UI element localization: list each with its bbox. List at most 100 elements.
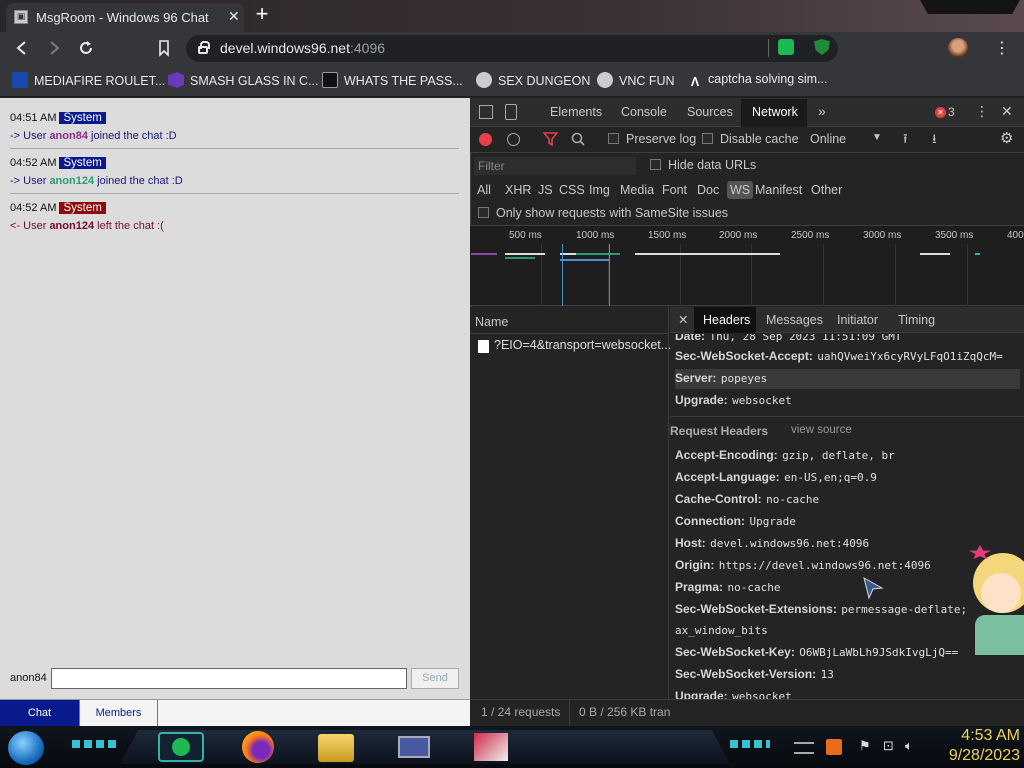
- hide-data-urls-checkbox[interactable]: [650, 159, 661, 170]
- network-settings-gear-icon[interactable]: ⚙: [1000, 129, 1013, 147]
- new-tab-button[interactable]: +: [251, 3, 273, 26]
- taskbar-decoration: [72, 740, 116, 748]
- request-headers-title[interactable]: Request Headers: [670, 424, 768, 438]
- browser-menu-icon[interactable]: ⋮: [994, 38, 1010, 58]
- type-filter-img[interactable]: Img: [589, 183, 610, 197]
- bookmark-item[interactable]: SMASH GLASS IN C...: [168, 72, 319, 88]
- error-count[interactable]: 3: [948, 105, 955, 119]
- header-row: Sec-WebSocket-Version: 13: [675, 665, 1020, 685]
- header-value: O6WBjLaWbLh9JSdkIvgLjQ==: [799, 646, 959, 659]
- error-icon: ✕: [935, 107, 946, 118]
- header-key: Sec-WebSocket-Key:: [675, 645, 795, 659]
- export-har-icon[interactable]: ⭳: [932, 130, 937, 152]
- type-filter-doc[interactable]: Doc: [697, 183, 719, 197]
- type-filter-other[interactable]: Other: [811, 183, 842, 197]
- disable-cache-checkbox[interactable]: [702, 133, 713, 144]
- tab-console[interactable]: Console: [621, 105, 667, 119]
- tab-initiator[interactable]: Initiator: [837, 313, 878, 327]
- spotify-taskbar-button[interactable]: [158, 732, 204, 762]
- request-name: ?EIO=4&transport=websocket...: [494, 338, 672, 352]
- view-source-link[interactable]: view source: [791, 424, 852, 436]
- type-filter-xhr[interactable]: XHR: [505, 183, 531, 197]
- devtools-close-icon[interactable]: ✕: [1001, 103, 1013, 120]
- message-time: 04:51 AM: [10, 112, 57, 124]
- spotify-extension-icon[interactable]: [778, 39, 794, 55]
- tab-chat[interactable]: Chat: [0, 700, 80, 727]
- tab-sources[interactable]: Sources: [687, 105, 733, 119]
- type-filter-all[interactable]: All: [477, 183, 491, 197]
- message-username[interactable]: anon124: [49, 220, 94, 232]
- header-row: Accept-Encoding: gzip, deflate, br: [675, 446, 1020, 466]
- header-key: Server:: [675, 371, 717, 385]
- chat-message-input[interactable]: [51, 668, 407, 689]
- type-filter-css[interactable]: CSS: [559, 183, 585, 197]
- tab-members[interactable]: Members: [80, 700, 158, 727]
- file-explorer-taskbar-button[interactable]: [318, 734, 354, 762]
- document-icon: [478, 340, 489, 353]
- name-column-header[interactable]: Name: [475, 315, 508, 329]
- clock-time[interactable]: 4:53 AM: [930, 727, 1020, 745]
- detail-close-icon[interactable]: ✕: [678, 312, 688, 327]
- import-har-icon[interactable]: ⭱: [903, 130, 908, 152]
- samesite-checkbox[interactable]: [478, 207, 489, 218]
- media-taskbar-button[interactable]: [474, 733, 508, 761]
- bookmark-item[interactable]: VNC FUN: [597, 72, 675, 88]
- type-filter-manifest[interactable]: Manifest: [755, 183, 802, 197]
- header-key: Upgrade:: [675, 393, 728, 407]
- window-taskbar-button[interactable]: [398, 736, 430, 758]
- tab-network[interactable]: Network: [752, 105, 798, 119]
- search-icon[interactable]: [571, 132, 585, 146]
- tab-close-icon[interactable]: ✕: [228, 8, 240, 25]
- bookmark-button[interactable]: [154, 38, 174, 58]
- filter-icon[interactable]: [543, 132, 558, 146]
- type-filter-ws[interactable]: WS: [727, 181, 754, 199]
- type-filter-js[interactable]: JS: [538, 183, 553, 197]
- chat-message: 04:52 AM System -> User anon124 joined the…: [10, 157, 459, 187]
- message-text: -> User anon124 joined the chat :D: [10, 175, 459, 187]
- message-username[interactable]: anon84: [49, 130, 88, 142]
- clock-date[interactable]: 9/28/2023: [930, 747, 1020, 765]
- inspect-element-icon[interactable]: [479, 105, 493, 119]
- devtools-menu-icon[interactable]: ⋮: [975, 103, 989, 120]
- omnibox-divider: [768, 39, 769, 57]
- chevron-down-icon[interactable]: ▼: [872, 132, 882, 143]
- reload-icon: [80, 41, 92, 54]
- forward-button[interactable]: [44, 38, 64, 58]
- bookmark-item[interactable]: MEDIAFIRE ROULET...: [12, 72, 165, 88]
- message-username[interactable]: anon124: [49, 175, 94, 187]
- gear-icon: [597, 72, 613, 88]
- bookmark-icon: [159, 40, 169, 57]
- clear-icon[interactable]: [507, 133, 520, 146]
- header-value: popeyes: [720, 372, 768, 385]
- tab-headers[interactable]: Headers: [703, 313, 750, 327]
- header-value: gzip, deflate, br: [782, 449, 895, 462]
- request-row[interactable]: ?EIO=4&transport=websocket...: [470, 336, 672, 356]
- bookmark-item[interactable]: SEX DUNGEON: [476, 72, 590, 88]
- preserve-log-checkbox[interactable]: [608, 133, 619, 144]
- back-button[interactable]: [12, 38, 32, 58]
- address-bar[interactable]: devel.windows96.net:4096: [186, 35, 838, 62]
- tray-volume-icon[interactable]: 🔈︎: [905, 738, 913, 754]
- timeline-request-bar: [505, 257, 535, 259]
- bookmark-item[interactable]: Λcaptcha solving sim...: [688, 72, 828, 90]
- type-filter-media[interactable]: Media: [620, 183, 654, 197]
- tab-timing[interactable]: Timing: [898, 313, 935, 327]
- tray-flag-icon[interactable]: ⚑: [859, 738, 871, 754]
- device-toolbar-icon[interactable]: [505, 104, 517, 120]
- throttling-select[interactable]: Online: [810, 132, 846, 146]
- more-tabs-icon[interactable]: »: [818, 103, 826, 119]
- record-icon[interactable]: [479, 133, 492, 146]
- tray-app-icon[interactable]: [826, 739, 842, 755]
- taskbar-menu-icon[interactable]: [794, 742, 814, 754]
- tab-elements[interactable]: Elements: [550, 105, 602, 119]
- firefox-taskbar-button[interactable]: [242, 731, 274, 763]
- send-button[interactable]: Send: [411, 668, 459, 689]
- bookmark-item[interactable]: WHATS THE PASS...: [322, 72, 463, 88]
- reload-button[interactable]: [76, 38, 96, 58]
- tray-network-icon[interactable]: ⊡: [883, 738, 894, 754]
- start-orb-button[interactable]: [8, 731, 44, 765]
- tab-messages[interactable]: Messages: [766, 313, 823, 327]
- profile-avatar[interactable]: [948, 38, 968, 58]
- type-filter-font[interactable]: Font: [662, 183, 687, 197]
- browser-tab[interactable]: ▣ MsgRoom - Windows 96 Chat ✕: [6, 3, 244, 32]
